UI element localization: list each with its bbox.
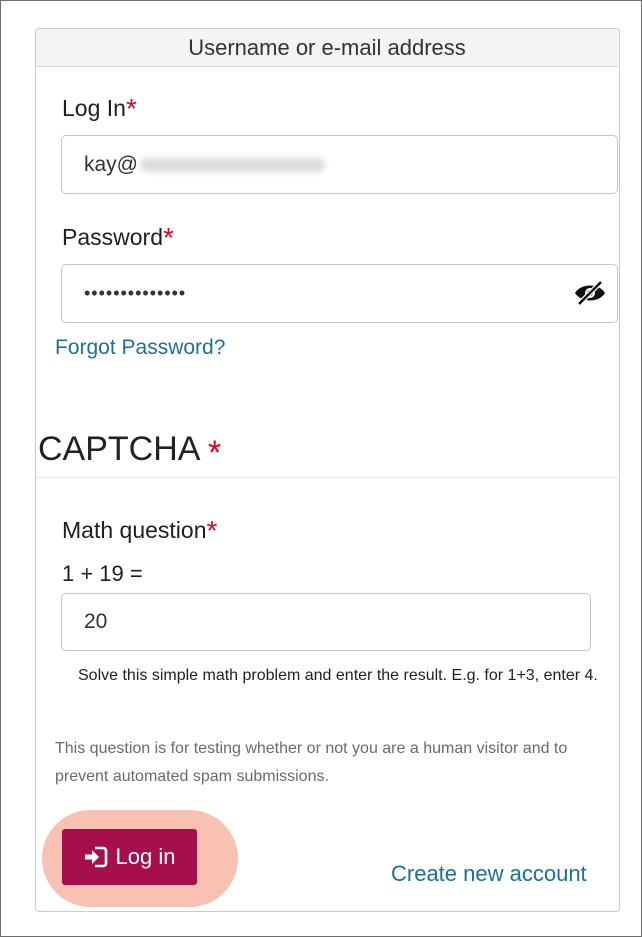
redacted-domain <box>140 157 325 172</box>
captcha-info-text: This question is for testing whether or … <box>55 740 568 785</box>
captcha-answer-input[interactable]: 20 <box>61 593 591 651</box>
captcha-answer-value: 20 <box>84 610 108 633</box>
captcha-divider <box>36 477 618 478</box>
eye-slash-icon[interactable] <box>573 279 607 307</box>
password-label: Password* <box>62 222 174 253</box>
captcha-required-mark: * <box>208 434 222 472</box>
login-input[interactable]: kay@ <box>61 135 618 194</box>
password-required-mark: * <box>162 222 174 253</box>
captcha-help-text: Solve this simple math problem and enter… <box>78 667 598 684</box>
login-label: Log In* <box>62 93 137 124</box>
math-question-label-text: Math question <box>62 517 207 543</box>
login-label-text: Log In <box>62 95 126 121</box>
login-button-label: Log in <box>115 844 176 869</box>
forgot-password-link[interactable]: Forgot Password? <box>55 336 225 360</box>
login-input-value: kay@ <box>84 152 138 176</box>
password-input-value: •••••••••••••• <box>84 283 187 303</box>
captcha-title-text: CAPTCHA <box>38 430 199 468</box>
math-question-required-mark: * <box>206 515 218 546</box>
sign-in-icon <box>84 846 107 868</box>
math-expression: 1 + 19 = <box>62 561 143 586</box>
math-question-label: Math question* <box>62 515 218 546</box>
login-button[interactable]: Log in <box>62 829 197 885</box>
panel-header-title: Username or e-mail address <box>188 34 466 60</box>
login-required-mark: * <box>125 93 137 124</box>
password-input[interactable]: •••••••••••••• <box>61 264 618 323</box>
create-account-link[interactable]: Create new account <box>391 861 587 887</box>
captcha-title: CAPTCHA * <box>38 430 222 472</box>
password-label-text: Password <box>62 224 163 250</box>
panel-header: Username or e-mail address <box>36 29 618 67</box>
